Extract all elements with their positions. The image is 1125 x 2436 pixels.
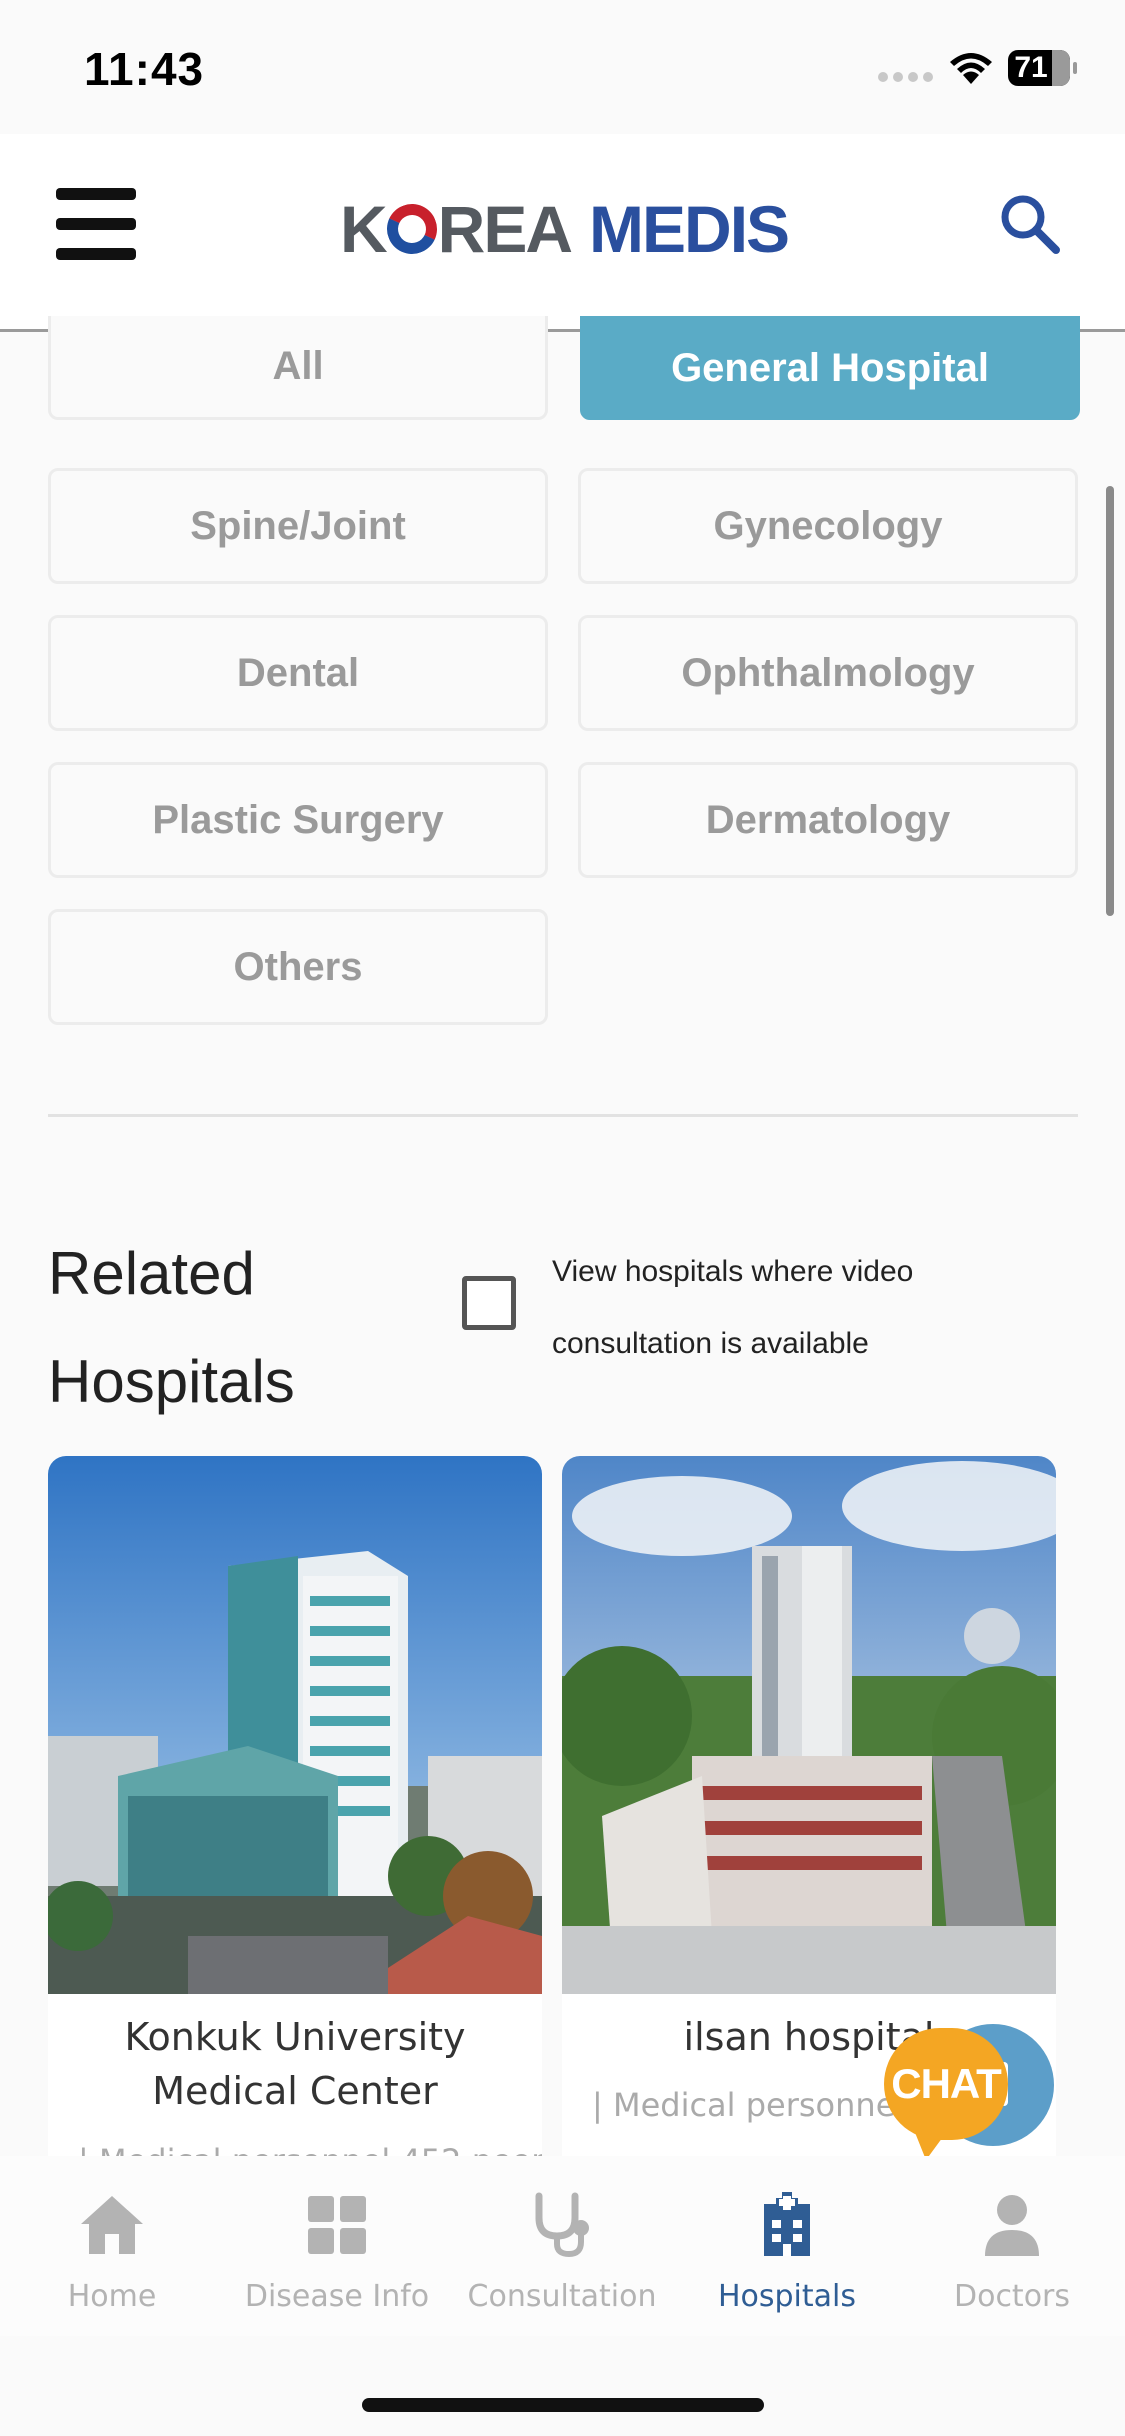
chat-button[interactable]: CHAT — [884, 2024, 1056, 2160]
category-others-button[interactable]: Others — [48, 909, 548, 1025]
wifi-icon — [950, 53, 992, 84]
bottom-safe-area — [0, 2336, 1125, 2436]
video-consultation-checkbox[interactable] — [462, 1276, 516, 1330]
hospital-name[interactable]: Konkuk University Medical Center — [48, 2010, 542, 2118]
korea-medis-logo[interactable]: K REA MEDIS — [340, 190, 790, 268]
category-all-button[interactable]: All — [48, 316, 548, 420]
hospital-photo — [562, 1456, 1056, 1994]
category-plastic-surgery-button[interactable]: Plastic Surgery — [48, 762, 548, 878]
hamburger-menu-icon[interactable] — [56, 188, 136, 260]
nav-consultation[interactable]: Consultation — [462, 2190, 662, 2314]
hospital-icon — [764, 2192, 810, 2256]
battery-level: 71 — [1014, 51, 1048, 84]
hospital-photo — [48, 1456, 542, 1994]
nav-disease-info[interactable]: Disease Info — [237, 2190, 437, 2314]
status-bar: 11:43 71 — [0, 0, 1125, 134]
nav-hospitals[interactable]: Hospitals — [687, 2190, 887, 2314]
search-icon[interactable] — [998, 192, 1062, 256]
category-gynecology-button[interactable]: Gynecology — [578, 468, 1078, 584]
bottom-navigation: Home Disease Info Consultation Hospitals… — [0, 2156, 1125, 2336]
person-icon — [985, 2195, 1039, 2256]
status-time: 11:43 — [84, 43, 205, 95]
battery-icon: 71 — [1008, 50, 1077, 86]
section-divider — [48, 1114, 1078, 1117]
scrollbar[interactable] — [1106, 486, 1114, 916]
category-spine-joint-button[interactable]: Spine/Joint — [48, 468, 548, 584]
cellular-signal-icon — [878, 72, 934, 84]
chat-label: CHAT — [884, 2028, 1008, 2140]
category-dermatology-button[interactable]: Dermatology — [578, 762, 1078, 878]
screen: 11:43 71 K REA MEDIS All General Hospital … — [0, 0, 1125, 2436]
video-consultation-label[interactable]: View hospitals where video consultation … — [552, 1236, 992, 1380]
taegeuk-mark — [379, 196, 444, 262]
category-dental-button[interactable]: Dental — [48, 615, 548, 731]
grid-icon — [308, 2196, 366, 2254]
app-header: K REA MEDIS — [0, 134, 1125, 332]
home-indicator[interactable] — [362, 2398, 764, 2412]
category-ophthalmology-button[interactable]: Ophthalmology — [578, 615, 1078, 731]
nav-doctors[interactable]: Doctors — [912, 2190, 1112, 2314]
nav-home[interactable]: Home — [12, 2190, 212, 2314]
related-hospitals-title: Related Hospitals — [48, 1240, 295, 1415]
stethoscope-icon — [535, 2192, 589, 2258]
category-general-hospital-button[interactable]: General Hospital — [580, 316, 1080, 420]
home-icon — [81, 2196, 143, 2254]
